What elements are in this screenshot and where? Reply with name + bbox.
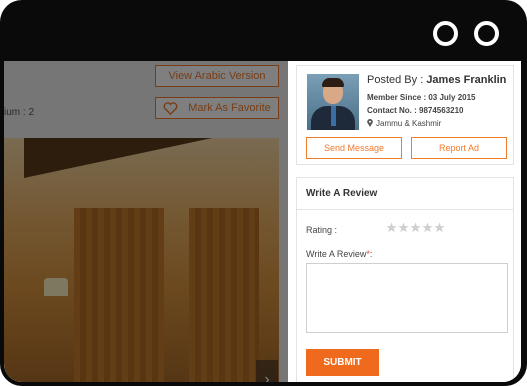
write-review-label-text: Write A Review	[306, 249, 367, 259]
posted-by: Posted By : James Franklin	[367, 74, 506, 86]
posted-by-prefix: Posted By :	[367, 74, 427, 86]
star-icon[interactable]	[434, 222, 445, 233]
rating-label: Rating :	[306, 225, 338, 235]
write-review-label-colon: :	[369, 249, 373, 259]
star-icon[interactable]	[398, 222, 409, 233]
member-since: Member Since : 03 July 2015	[367, 93, 476, 102]
divider	[297, 209, 513, 210]
modal-overlay[interactable]	[4, 61, 288, 382]
send-message-button[interactable]: Send Message	[306, 137, 402, 159]
location-pin-icon	[367, 119, 373, 127]
location: Jammu & Kashmir	[367, 119, 441, 128]
star-icon[interactable]	[410, 222, 421, 233]
avatar-tie	[331, 106, 336, 126]
device-frame: View Arabic Version Mark As Favorite ium…	[0, 0, 527, 386]
side-panel: Posted By : James Franklin Member Since …	[288, 61, 521, 382]
screen: View Arabic Version Mark As Favorite ium…	[4, 61, 521, 382]
seller-name: James Franklin	[426, 74, 507, 86]
camera-icon	[433, 21, 458, 46]
star-icon[interactable]	[386, 222, 397, 233]
review-title: Write A Review	[306, 188, 378, 199]
avatar	[307, 74, 359, 130]
review-form: Write A Review Rating : Write A Review*:…	[296, 177, 514, 382]
listing-area: View Arabic Version Mark As Favorite ium…	[4, 61, 288, 382]
location-text: Jammu & Kashmir	[376, 119, 442, 128]
camera-icon	[474, 21, 499, 46]
review-textarea[interactable]	[306, 263, 508, 333]
report-ad-button[interactable]: Report Ad	[411, 137, 507, 159]
avatar-hair	[322, 78, 344, 87]
star-icon[interactable]	[422, 222, 433, 233]
star-rating[interactable]	[386, 222, 445, 233]
contact-number: Contact No. : 9874563210	[367, 106, 464, 115]
submit-button[interactable]: SUBMIT	[306, 349, 379, 376]
write-review-label: Write A Review*:	[306, 249, 372, 259]
seller-card: Posted By : James Franklin Member Since …	[296, 65, 514, 165]
